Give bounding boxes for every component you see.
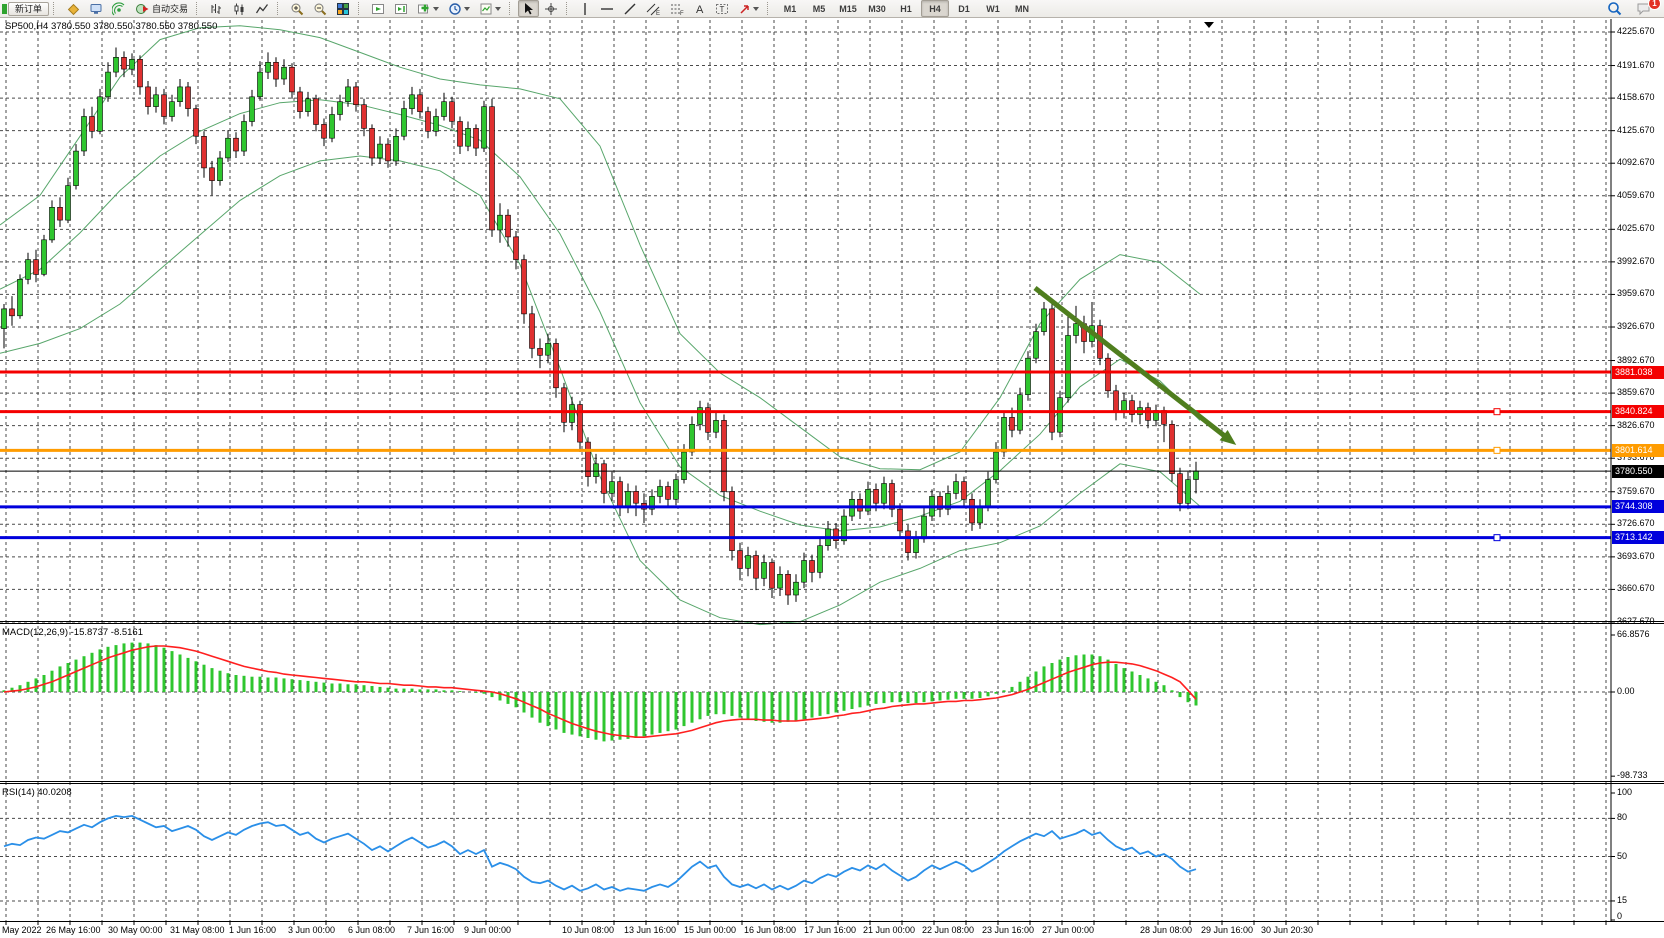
tile-windows-icon <box>336 2 350 16</box>
bar-chart-button[interactable] <box>205 0 227 17</box>
horizontal-line-tool-button[interactable] <box>596 0 618 17</box>
timeframe-h4-button[interactable]: H4 <box>921 0 949 17</box>
search-button[interactable] <box>1603 0 1626 17</box>
vertical-line-tool-button[interactable] <box>575 0 595 17</box>
toolbar-separator <box>566 2 571 15</box>
zoom-in-icon <box>290 2 304 16</box>
candlestick-icon <box>232 2 246 16</box>
label-tool-button[interactable]: T <box>711 0 733 17</box>
toolbar-separator <box>358 2 363 15</box>
search-icon <box>1607 1 1622 16</box>
autotrading-icon <box>135 2 150 16</box>
clock-icon <box>448 2 462 16</box>
timeframe-m5-button[interactable]: M5 <box>805 0 833 17</box>
channel-tool-button[interactable]: E <box>642 0 665 17</box>
macd-indicator-label: MACD(12,26,9) -15.8737 -8.5161 <box>2 627 143 638</box>
timeframe-w1-button[interactable]: W1 <box>979 0 1007 17</box>
profiles-button[interactable] <box>62 0 84 17</box>
new-order-label: 新订单 <box>15 2 42 15</box>
horizontal-line-icon <box>600 2 614 16</box>
main-toolbar: 新订单 自动交易 <box>0 0 1664 18</box>
auto-scroll-button[interactable] <box>367 0 389 17</box>
toolbar-separator <box>196 2 201 15</box>
rsi-indicator-label: RSI(14) 40.0208 <box>2 787 72 798</box>
template-icon <box>479 2 493 16</box>
fibonacci-icon: F <box>670 2 685 16</box>
window-icon-fragment <box>2 4 7 14</box>
arrow-symbols-icon <box>738 2 751 16</box>
chevron-down-icon <box>753 7 759 11</box>
timeframe-d1-button[interactable]: D1 <box>950 0 978 17</box>
fibonacci-tool-button[interactable]: F <box>666 0 689 17</box>
cursor-tool-button[interactable] <box>518 0 539 17</box>
signal-waves-icon <box>112 2 126 16</box>
computer-icon <box>89 2 103 16</box>
annotation-layer <box>1035 288 1236 445</box>
zoom-out-button[interactable] <box>309 0 331 17</box>
bar-chart-icon <box>209 2 223 16</box>
macd-layer <box>4 635 1615 776</box>
svg-text:T: T <box>720 5 725 14</box>
crosshair-tool-button[interactable] <box>540 0 562 17</box>
toolbar-separator <box>277 2 282 15</box>
chart-area[interactable] <box>0 0 1664 938</box>
gold-diamond-icon <box>66 2 80 16</box>
notifications-button[interactable]: 1 <box>1632 0 1656 17</box>
rsi-layer <box>4 793 1615 920</box>
chart-shift-marker <box>1204 22 1214 28</box>
metaeditor-button[interactable] <box>85 0 107 17</box>
zoom-in-button[interactable] <box>286 0 308 17</box>
svg-text:A: A <box>696 4 704 16</box>
cursor-icon <box>522 2 535 16</box>
indicators-button[interactable] <box>413 0 443 17</box>
mt4-window: { "toolbar": { "new_order_label": "新订单",… <box>0 0 1664 938</box>
chart-shift-button[interactable] <box>390 0 412 17</box>
timeframe-m1-button[interactable]: M1 <box>776 0 804 17</box>
line-chart-button[interactable] <box>251 0 273 17</box>
text-tool-button[interactable]: A <box>690 0 710 17</box>
timeframe-m15-button[interactable]: M15 <box>834 0 862 17</box>
auto-scroll-icon <box>371 2 385 16</box>
chart-shift-icon <box>394 2 408 16</box>
vertical-line-icon <box>579 2 591 16</box>
templates-button[interactable] <box>475 0 505 17</box>
chevron-down-icon <box>495 7 501 11</box>
autotrading-label: 自动交易 <box>152 2 188 15</box>
zoom-out-icon <box>313 2 327 16</box>
tile-windows-button[interactable] <box>332 0 354 17</box>
signals-button[interactable] <box>108 0 130 17</box>
periods-button[interactable] <box>444 0 474 17</box>
line-chart-icon <box>255 2 269 16</box>
equidistant-channel-icon: E <box>646 2 661 16</box>
text-label-icon: T <box>715 2 729 16</box>
bollinger-bands-layer <box>0 26 1200 625</box>
autotrading-button[interactable]: 自动交易 <box>131 0 192 17</box>
trendline-tool-button[interactable] <box>619 0 641 17</box>
chevron-down-icon <box>433 7 439 11</box>
toolbar-separator <box>509 2 514 15</box>
horizontal-lines-layer <box>0 372 1611 541</box>
trendline-icon <box>623 2 637 16</box>
crosshair-icon <box>544 2 558 16</box>
timeframe-mn-button[interactable]: MN <box>1008 0 1036 17</box>
timeframe-m30-button[interactable]: M30 <box>863 0 891 17</box>
svg-text:F: F <box>680 11 684 16</box>
symbol-title: SP500,H4 3780.550 3780.550 3780.550 3780… <box>5 21 217 32</box>
timeframe-h1-button[interactable]: H1 <box>892 0 920 17</box>
chevron-down-icon <box>464 7 470 11</box>
toolbar-separator <box>767 2 772 15</box>
arrows-tool-button[interactable] <box>734 0 763 17</box>
notification-badge: 1 <box>1648 0 1661 10</box>
text-icon: A <box>694 2 706 16</box>
candlestick-chart-button[interactable] <box>228 0 250 17</box>
toolbar-separator <box>53 2 58 15</box>
new-order-button[interactable]: 新订单 <box>8 2 49 16</box>
indicators-plus-icon <box>417 2 431 16</box>
svg-text:E: E <box>656 11 660 16</box>
